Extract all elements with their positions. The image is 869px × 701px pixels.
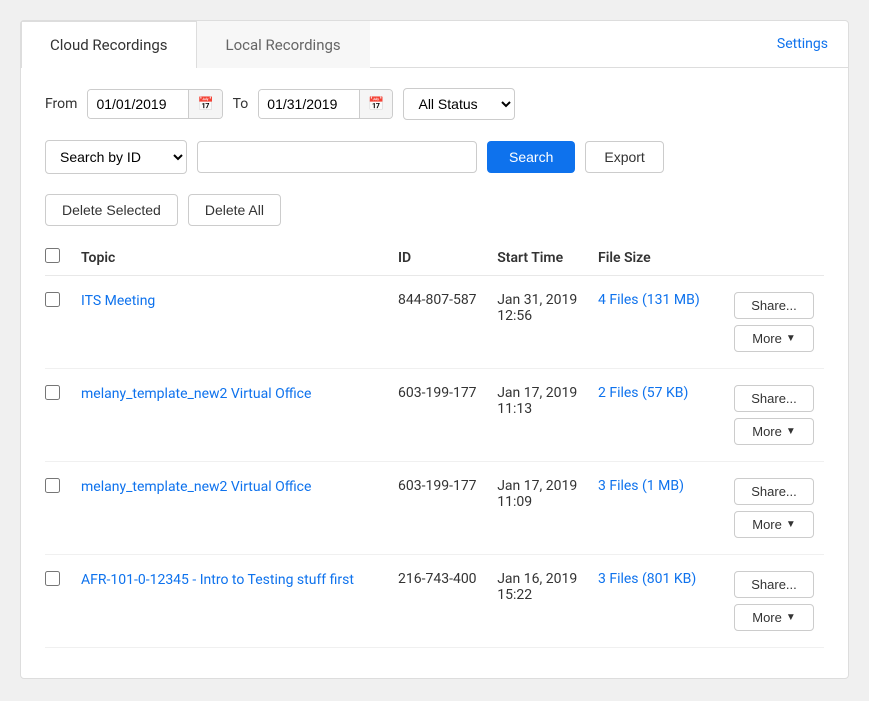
delete-selected-button[interactable]: Delete Selected: [45, 194, 178, 226]
to-calendar-button[interactable]: 📅: [359, 90, 392, 118]
more-button[interactable]: More ▼: [734, 604, 814, 631]
start-time-cell: Jan 17, 201911:09: [497, 462, 598, 555]
id-cell: 844-807-587: [398, 276, 497, 369]
tabs-bar: Cloud Recordings Local Recordings Settin…: [21, 21, 848, 68]
table-row: ITS Meeting 844-807-587 Jan 31, 201912:5…: [45, 276, 824, 369]
from-date-wrap: 📅: [87, 89, 222, 119]
row-checkbox-cell: [45, 369, 81, 462]
action-cell: Share... More ▼: [723, 462, 824, 555]
row-btn-group: Share... More ▼: [723, 385, 814, 445]
id-cell: 603-199-177: [398, 369, 497, 462]
select-all-header: [45, 240, 81, 276]
table-header-row: Topic ID Start Time File Size: [45, 240, 824, 276]
topic-cell: melany_template_new2 Virtual Office: [81, 369, 398, 462]
topic-link[interactable]: melany_template_new2 Virtual Office: [81, 385, 388, 405]
table-row: melany_template_new2 Virtual Office 603-…: [45, 462, 824, 555]
row-btn-group: Share... More ▼: [723, 478, 814, 538]
row-checkbox[interactable]: [45, 478, 60, 493]
start-time-cell: Jan 31, 201912:56: [497, 276, 598, 369]
chevron-down-icon: ▼: [786, 426, 796, 437]
settings-link[interactable]: Settings: [777, 36, 828, 52]
id-cell: 216-743-400: [398, 555, 497, 648]
file-size-link[interactable]: 2 Files (57 KB): [598, 385, 688, 401]
row-btn-group: Share... More ▼: [723, 571, 814, 631]
from-calendar-button[interactable]: 📅: [188, 90, 221, 118]
topic-cell: ITS Meeting: [81, 276, 398, 369]
action-cell: Share... More ▼: [723, 276, 824, 369]
action-cell: Share... More ▼: [723, 369, 824, 462]
action-cell: Share... More ▼: [723, 555, 824, 648]
row-checkbox[interactable]: [45, 385, 60, 400]
recordings-table-wrap: Topic ID Start Time File Size ITS Meetin…: [21, 240, 848, 648]
row-btn-group: Share... More ▼: [723, 292, 814, 352]
status-select[interactable]: All Status Completed Processing Failed: [403, 88, 515, 120]
search-button[interactable]: Search: [487, 141, 575, 173]
tab-cloud-recordings[interactable]: Cloud Recordings: [21, 21, 197, 68]
chevron-down-icon: ▼: [786, 612, 796, 623]
from-label: From: [45, 96, 77, 112]
recordings-table: Topic ID Start Time File Size ITS Meetin…: [45, 240, 824, 648]
search-input[interactable]: [197, 141, 477, 173]
action-row: Delete Selected Delete All: [21, 194, 848, 240]
topic-link[interactable]: ITS Meeting: [81, 292, 388, 312]
id-header: ID: [398, 240, 497, 276]
share-button[interactable]: Share...: [734, 292, 814, 319]
start-time: Jan 31, 201912:56: [497, 292, 577, 324]
file-size-header: File Size: [598, 240, 723, 276]
to-date-input[interactable]: [259, 90, 359, 118]
search-by-select[interactable]: Search by ID Search by Topic: [45, 140, 187, 174]
row-checkbox[interactable]: [45, 571, 60, 586]
share-button[interactable]: Share...: [734, 385, 814, 412]
row-checkbox-cell: [45, 276, 81, 369]
chevron-down-icon: ▼: [786, 333, 796, 344]
from-date-input[interactable]: [88, 90, 188, 118]
file-size-link[interactable]: 4 Files (131 MB): [598, 292, 700, 308]
to-label: To: [233, 96, 249, 112]
topic-header: Topic: [81, 240, 398, 276]
filter-row: From 📅 To 📅 All Status Completed Process…: [21, 68, 848, 130]
file-size-link[interactable]: 3 Files (1 MB): [598, 478, 684, 494]
calendar-icon-2: 📅: [368, 96, 384, 111]
table-row: AFR-101-0-12345 - Intro to Testing stuff…: [45, 555, 824, 648]
table-row: melany_template_new2 Virtual Office 603-…: [45, 369, 824, 462]
topic-link[interactable]: AFR-101-0-12345 - Intro to Testing stuff…: [81, 571, 388, 591]
chevron-down-icon: ▼: [786, 519, 796, 530]
more-button[interactable]: More ▼: [734, 325, 814, 352]
row-checkbox-cell: [45, 462, 81, 555]
search-row: Search by ID Search by Topic Search Expo…: [21, 130, 848, 194]
start-time-header: Start Time: [497, 240, 598, 276]
delete-all-button[interactable]: Delete All: [188, 194, 281, 226]
more-button[interactable]: More ▼: [734, 511, 814, 538]
start-time: Jan 17, 201911:09: [497, 478, 577, 510]
row-checkbox-cell: [45, 555, 81, 648]
select-all-checkbox[interactable]: [45, 248, 60, 263]
share-button[interactable]: Share...: [734, 571, 814, 598]
start-time-cell: Jan 16, 201915:22: [497, 555, 598, 648]
id-cell: 603-199-177: [398, 462, 497, 555]
actions-header: [723, 240, 824, 276]
calendar-icon: 📅: [197, 96, 213, 111]
start-time: Jan 17, 201911:13: [497, 385, 577, 417]
tab-local-recordings[interactable]: Local Recordings: [197, 21, 370, 68]
file-size-cell: 2 Files (57 KB): [598, 369, 723, 462]
topic-cell: melany_template_new2 Virtual Office: [81, 462, 398, 555]
row-checkbox[interactable]: [45, 292, 60, 307]
start-time-cell: Jan 17, 201911:13: [497, 369, 598, 462]
file-size-link[interactable]: 3 Files (801 KB): [598, 571, 696, 587]
file-size-cell: 3 Files (801 KB): [598, 555, 723, 648]
share-button[interactable]: Share...: [734, 478, 814, 505]
file-size-cell: 4 Files (131 MB): [598, 276, 723, 369]
file-size-cell: 3 Files (1 MB): [598, 462, 723, 555]
topic-cell: AFR-101-0-12345 - Intro to Testing stuff…: [81, 555, 398, 648]
topic-link[interactable]: melany_template_new2 Virtual Office: [81, 478, 388, 498]
main-container: Cloud Recordings Local Recordings Settin…: [20, 20, 849, 679]
export-button[interactable]: Export: [585, 141, 663, 173]
more-button[interactable]: More ▼: [734, 418, 814, 445]
to-date-wrap: 📅: [258, 89, 393, 119]
start-time: Jan 16, 201915:22: [497, 571, 577, 603]
